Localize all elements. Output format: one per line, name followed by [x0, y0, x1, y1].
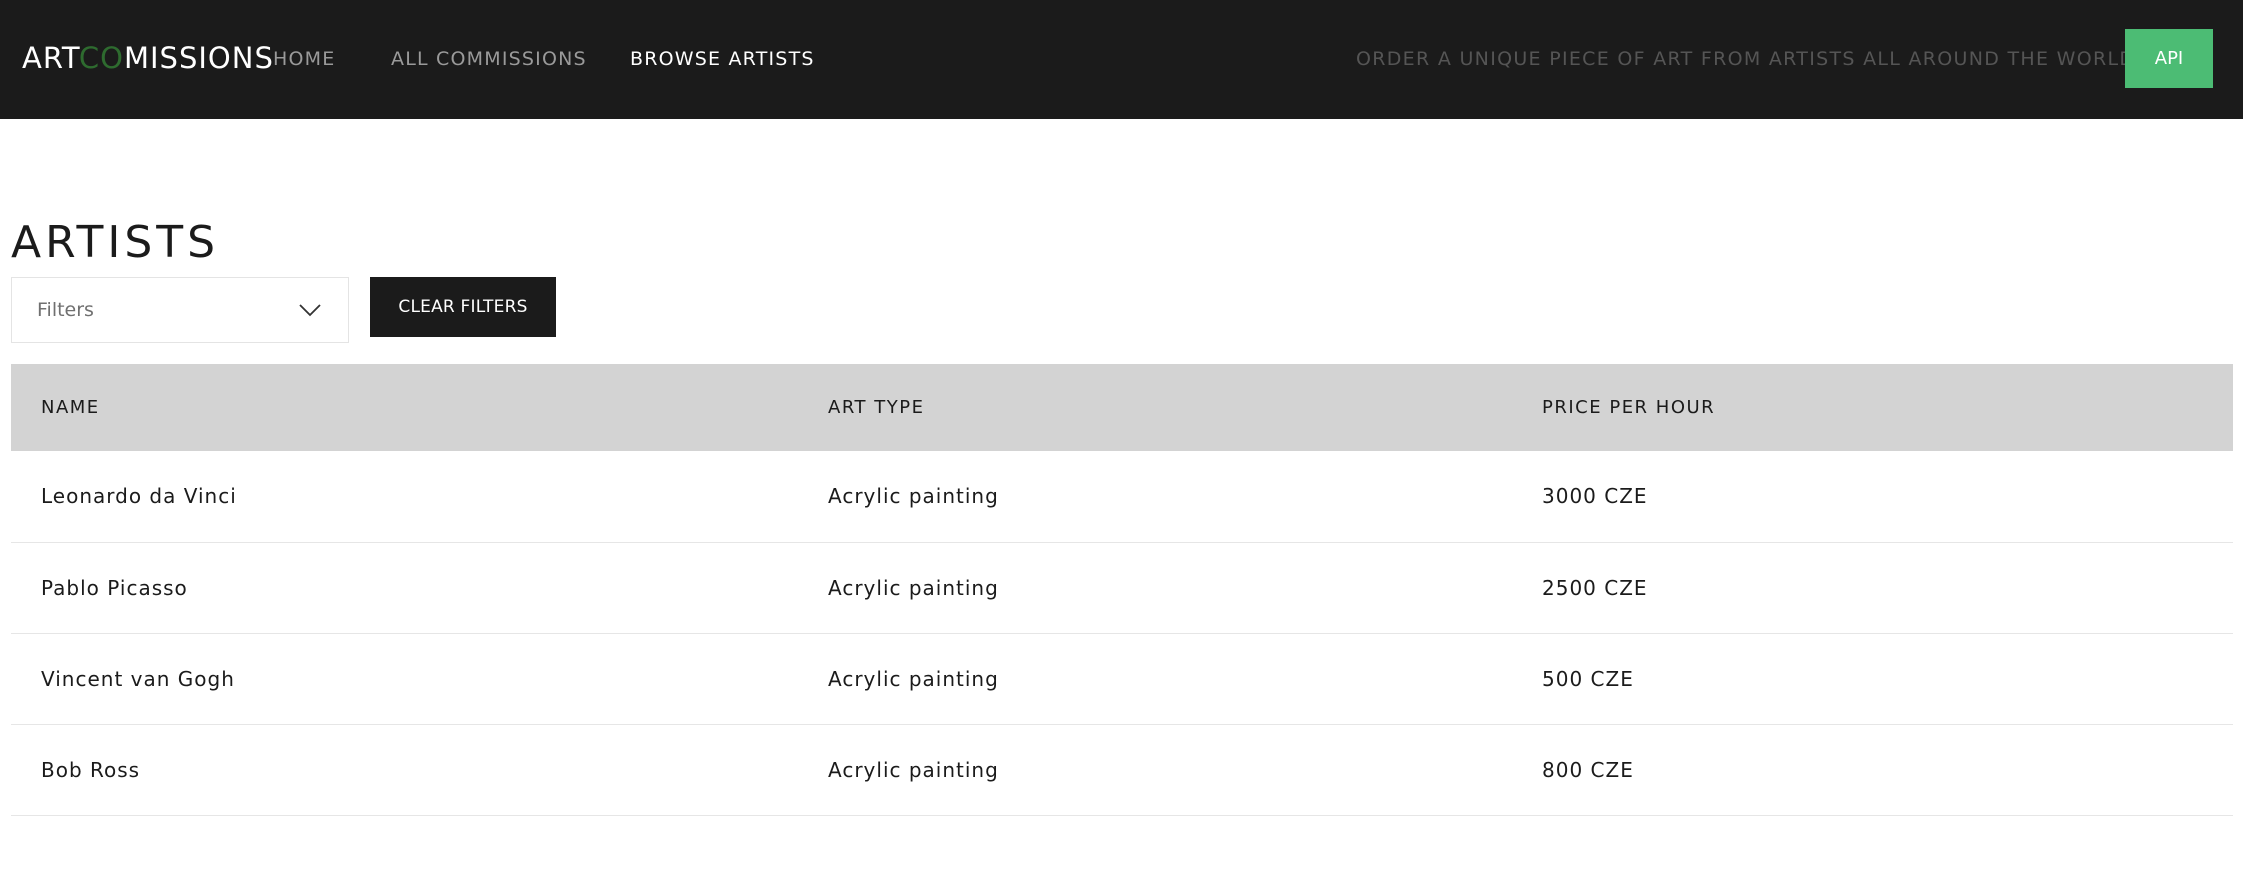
art-type-cell: Acrylic painting: [828, 484, 999, 509]
column-header-art-type[interactable]: ART TYPE: [798, 364, 1512, 451]
price-cell: 3000 CZE: [1542, 484, 1648, 509]
art-type-cell: Acrylic painting: [828, 666, 999, 691]
filters-dropdown[interactable]: Filters: [11, 277, 349, 343]
artist-name-cell: Pablo Picasso: [41, 575, 188, 600]
tagline: ORDER A UNIQUE PIECE OF ART FROM ARTISTS…: [1356, 48, 2136, 70]
nav-link-home[interactable]: HOME: [273, 47, 335, 71]
artist-name-cell: Bob Ross: [41, 757, 141, 782]
navbar: ARTCOMISSIONS HOME ALL COMMISSIONS BROWS…: [0, 0, 2243, 119]
price-cell: 500 CZE: [1542, 666, 1634, 691]
artists-table: NAME ART TYPE PRICE PER HOUR Leonardo da…: [11, 364, 2233, 816]
brand-logo[interactable]: ARTCOMISSIONS: [22, 38, 274, 78]
artist-name-cell: Leonardo da Vinci: [41, 484, 237, 509]
page-title: ARTISTS: [11, 217, 220, 268]
clear-filters-button[interactable]: CLEAR FILTERS: [370, 277, 556, 337]
table-row[interactable]: Vincent van Gogh Acrylic painting 500 CZ…: [11, 633, 2233, 724]
chevron-down-icon: [299, 304, 321, 317]
artist-name-cell: Vincent van Gogh: [41, 666, 235, 691]
brand-suffix: MISSIONS: [123, 41, 274, 75]
art-type-cell: Acrylic painting: [828, 575, 999, 600]
price-cell: 800 CZE: [1542, 757, 1634, 782]
nav-link-browse-artists[interactable]: BROWSE ARTISTS: [630, 47, 815, 71]
brand-highlight: CO: [78, 41, 124, 75]
table-row[interactable]: Pablo Picasso Acrylic painting 2500 CZE: [11, 542, 2233, 633]
table-row[interactable]: Bob Ross Acrylic painting 800 CZE: [11, 724, 2233, 815]
column-header-name[interactable]: NAME: [11, 364, 798, 451]
api-button[interactable]: API: [2125, 29, 2213, 88]
art-type-cell: Acrylic painting: [828, 757, 999, 782]
column-header-price-per-hour[interactable]: PRICE PER HOUR: [1512, 364, 2233, 451]
table-header-row: NAME ART TYPE PRICE PER HOUR: [11, 364, 2233, 451]
nav-link-all-commissions[interactable]: ALL COMMISSIONS: [391, 47, 587, 71]
table-row[interactable]: Leonardo da Vinci Acrylic painting 3000 …: [11, 451, 2233, 542]
brand-prefix: ART: [22, 41, 79, 75]
filters-placeholder: Filters: [37, 299, 94, 321]
price-cell: 2500 CZE: [1542, 575, 1648, 600]
